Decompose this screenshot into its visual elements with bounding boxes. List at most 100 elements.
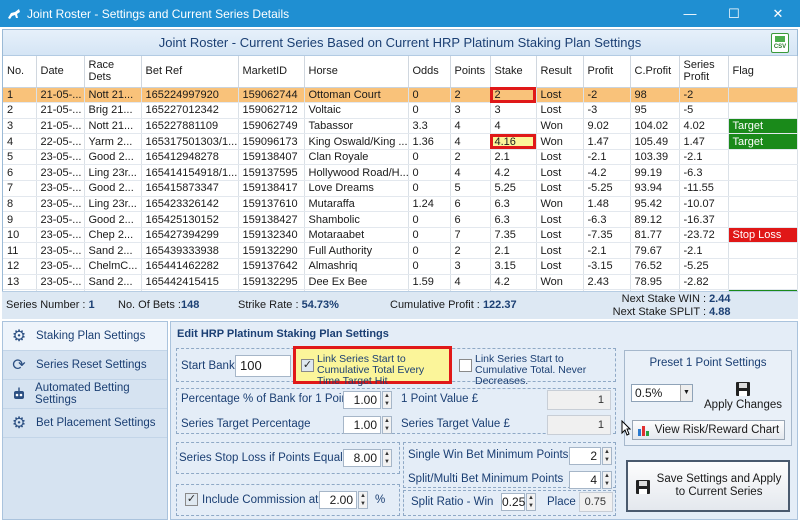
- table-cell: [728, 196, 798, 213]
- split-min-input[interactable]: 4: [569, 471, 601, 489]
- table-row[interactable]: 11 23-05-... Sand 2... 165439333938 15913229…: [3, 242, 798, 260]
- table-cell: [728, 211, 798, 228]
- table-cell: 5: [3, 149, 37, 166]
- table-row[interactable]: 1 21-05-... Nott 21... 165224997920 15906274…: [3, 87, 798, 104]
- table-cell: 93.94: [630, 180, 680, 197]
- table-cell: -5: [679, 102, 729, 119]
- table-cell: 159137642: [238, 258, 305, 275]
- pct-bank-spinner[interactable]: ▲ ▼: [382, 391, 392, 409]
- table-cell: Sand 2...: [84, 274, 142, 291]
- column-header[interactable]: Series Profit: [679, 56, 729, 88]
- table-cell: 4.2: [490, 274, 537, 291]
- table-cell: 3: [450, 102, 491, 119]
- series-grid: Joint Roster - Current Series Based on C…: [2, 29, 798, 317]
- table-cell: 165414154918/1...: [141, 164, 239, 182]
- table-cell: 0: [408, 164, 451, 182]
- column-header[interactable]: Odds: [408, 56, 451, 88]
- sidebar-item-series-reset[interactable]: ⟳ Series Reset Settings: [3, 351, 167, 380]
- target-pct-input[interactable]: 1.00: [343, 416, 381, 434]
- table-row[interactable]: 10 23-05-... Chep 2... 165427394299 15913234…: [3, 227, 798, 244]
- column-header[interactable]: Profit: [583, 56, 631, 88]
- table-row[interactable]: 4 22-05-... Yarm 2... 165317501303/1... 1590…: [3, 133, 798, 150]
- export-csv-icon[interactable]: CSV: [771, 33, 789, 53]
- column-header[interactable]: No.: [3, 56, 37, 88]
- save-apply-button[interactable]: Save Settings and Apply to Current Serie…: [626, 460, 790, 512]
- table-row[interactable]: 2 21-05-... Brig 21... 165227012342 15906271…: [3, 102, 798, 119]
- table-cell: -2: [679, 87, 729, 104]
- column-header[interactable]: Stake: [490, 56, 537, 88]
- table-cell: 6: [3, 164, 37, 182]
- commission-checkbox[interactable]: ✓: [185, 493, 198, 506]
- refresh-icon: ⟳: [12, 357, 26, 374]
- column-header[interactable]: Flag: [728, 56, 798, 88]
- table-cell: 159096173: [238, 133, 305, 150]
- stop-loss-input[interactable]: 8.00: [343, 449, 381, 467]
- column-header[interactable]: Result: [536, 56, 584, 88]
- maximize-button[interactable]: ☐: [712, 0, 756, 27]
- table-cell: 0: [408, 258, 451, 275]
- table-cell: 1.24: [408, 196, 451, 213]
- table-row[interactable]: 13 23-05-... Sand 2... 165442415415 15913229…: [3, 274, 798, 291]
- table-row[interactable]: 9 23-05-... Good 2... 165425130152 159138427…: [3, 211, 798, 228]
- table-row[interactable]: 12 23-05-... ChelmC... 165441462282 15913764…: [3, 258, 798, 275]
- table-cell: 0: [408, 87, 451, 104]
- table-cell: Target: [728, 133, 798, 150]
- column-header[interactable]: Bet Ref: [141, 56, 239, 88]
- apply-changes-button[interactable]: Apply Changes: [701, 378, 785, 414]
- table-cell: 1.48: [583, 196, 631, 213]
- minimize-button[interactable]: —: [668, 0, 712, 27]
- column-header[interactable]: C.Profit: [630, 56, 680, 88]
- link-cumulative-checkbox[interactable]: ✓: [301, 359, 314, 372]
- table-cell: Ling 23r...: [84, 164, 142, 182]
- table-cell: Lost: [536, 87, 584, 104]
- table-cell: 23-05-...: [36, 211, 85, 228]
- column-header[interactable]: Date: [36, 56, 85, 88]
- table-cell: 4.16: [490, 133, 537, 150]
- table-cell: 9.02: [583, 118, 631, 135]
- sidebar-item-bet-placement[interactable]: ⚙ Bet Placement Settings: [3, 409, 167, 438]
- table-cell: -23.72: [679, 227, 729, 244]
- table-cell: Ottoman Court: [304, 87, 409, 104]
- table-row[interactable]: 6 23-05-... Ling 23r... 165414154918/1... 15…: [3, 164, 798, 182]
- table-cell: 159062744: [238, 87, 305, 104]
- table-cell: 159137595: [238, 164, 305, 182]
- mouse-pointer-icon: [621, 420, 631, 436]
- preset-title: Preset 1 Point Settings: [649, 357, 767, 369]
- column-header[interactable]: Points: [450, 56, 491, 88]
- single-min-spinner[interactable]: ▲ ▼: [602, 447, 612, 465]
- split-win-input[interactable]: 0.25: [501, 493, 525, 511]
- link-never-decrease-checkbox[interactable]: [459, 359, 472, 372]
- column-header[interactable]: Race Dets: [84, 56, 142, 88]
- sidebar-item-automated-betting[interactable]: Automated Betting Settings: [3, 380, 167, 409]
- table-cell: 4: [450, 133, 491, 150]
- table-cell: -10.07: [679, 196, 729, 213]
- column-header[interactable]: MarketID: [238, 56, 305, 88]
- preset-select[interactable]: 0.5% ▼: [631, 384, 693, 402]
- view-risk-reward-button[interactable]: View Risk/Reward Chart: [632, 420, 785, 440]
- close-button[interactable]: ✕: [756, 0, 800, 27]
- sidebar-item-staking-plan[interactable]: ⚙ Staking Plan Settings: [3, 322, 167, 351]
- target-pct-spinner[interactable]: ▲ ▼: [382, 416, 392, 434]
- table-cell: 1.47: [583, 133, 631, 150]
- table-row[interactable]: 7 23-05-... Good 2... 165415873347 159138417…: [3, 180, 798, 197]
- pct-bank-input[interactable]: 1.00: [343, 391, 381, 409]
- percent-sign: %: [375, 494, 386, 506]
- split-win-spinner[interactable]: ▲ ▼: [526, 493, 536, 511]
- table-cell: 159062712: [238, 102, 305, 119]
- commission-input[interactable]: 2.00: [319, 491, 357, 509]
- table-cell: 3: [450, 258, 491, 275]
- table-row[interactable]: 5 23-05-... Good 2... 165412948278 159138407…: [3, 149, 798, 166]
- table-cell: 2: [3, 102, 37, 119]
- split-min-spinner[interactable]: ▲ ▼: [602, 471, 612, 489]
- save-disk-icon: [736, 382, 750, 396]
- table-row[interactable]: 3 21-05-... Nott 21... 165227881109 15906274…: [3, 118, 798, 135]
- table-cell: Motaraabet: [304, 227, 409, 244]
- table-cell: 0: [408, 149, 451, 166]
- start-bank-input[interactable]: 100: [235, 355, 291, 377]
- stop-loss-spinner[interactable]: ▲ ▼: [382, 449, 392, 467]
- table-row[interactable]: 8 23-05-... Ling 23r... 165423326142 1591376…: [3, 196, 798, 213]
- table-cell: 4: [450, 164, 491, 182]
- single-min-input[interactable]: 2: [569, 447, 601, 465]
- column-header[interactable]: Horse: [304, 56, 409, 88]
- commission-spinner[interactable]: ▲ ▼: [358, 491, 368, 509]
